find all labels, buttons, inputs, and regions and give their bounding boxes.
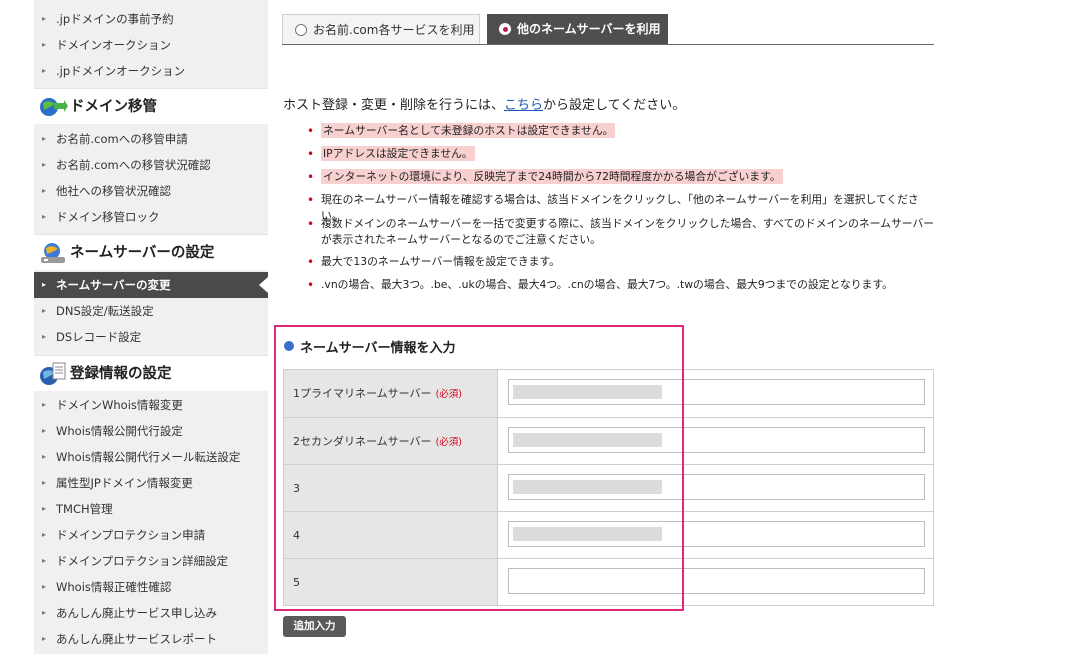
sidebar-section-title: ドメイン移管 — [70, 99, 157, 115]
sidebar-item-attribute-jp[interactable]: 属性型JPドメイン情報変更 — [34, 470, 268, 496]
sidebar-item-whois-change[interactable]: ドメインWhois情報変更 — [34, 392, 268, 418]
list-item: .vnの場合、最大3つ。.be、.ukの場合、最大4つ。.cnの場合、最大7つ。… — [307, 277, 937, 293]
tab-other-nameservers[interactable]: 他のネームサーバーを利用 — [487, 14, 668, 44]
radio-selected-icon — [499, 23, 511, 35]
sidebar-item-transfer-status[interactable]: お名前.comへの移管状況確認 — [34, 152, 268, 178]
highlight-frame — [274, 325, 684, 611]
sidebar-item-transfer-apply[interactable]: お名前.comへの移管申請 — [34, 126, 268, 152]
sidebar-item-tmch[interactable]: TMCH管理 — [34, 496, 268, 522]
globe-arrow-icon — [40, 98, 68, 116]
sidebar-item-whois-accuracy[interactable]: Whois情報正確性確認 — [34, 574, 268, 600]
sidebar-section-nameserver: ネームサーバーの設定 — [34, 234, 268, 270]
sidebar-section-registration: 登録情報の設定 — [34, 355, 268, 391]
sidebar-section-title: ネームサーバーの設定 — [70, 245, 215, 261]
sidebar-item-whois-proxy[interactable]: Whois情報公開代行設定 — [34, 418, 268, 444]
document-globe-icon — [40, 362, 66, 385]
tab-label: 他のネームサーバーを利用 — [517, 22, 661, 36]
sidebar-section-transfer: ドメイン移管 — [34, 88, 268, 124]
list-item: IPアドレスは設定できません。 — [307, 146, 937, 162]
sidebar-item-dns-settings[interactable]: DNS設定/転送設定 — [34, 298, 268, 324]
sidebar-item-whois-mail-forward[interactable]: Whois情報公開代行メール転送設定 — [34, 444, 268, 470]
sidebar-item-domain-auction[interactable]: ドメインオークション — [34, 32, 268, 58]
list-item: ネームサーバー名として未登録のホストは設定できません。 — [307, 123, 937, 139]
intro-text: から設定してください。 — [543, 98, 686, 113]
list-item: 最大で13のネームサーバー情報を設定できます。 — [307, 254, 937, 270]
sidebar-item-safe-cancel-apply[interactable]: あんしん廃止サービス申し込み — [34, 600, 268, 626]
radio-icon — [295, 24, 307, 36]
sidebar-item-nameserver-change[interactable]: ネームサーバーの変更 — [34, 272, 268, 298]
intro-text: ホスト登録・変更・削除を行うには、 — [283, 98, 505, 113]
sidebar-item-ds-record[interactable]: DSレコード設定 — [34, 324, 268, 350]
sidebar-item-safe-cancel-report[interactable]: あんしん廃止サービスレポート — [34, 626, 268, 652]
nameserver-tabs: お名前.com各サービスを利用 他のネームサーバーを利用 — [282, 14, 934, 45]
tab-label: お名前.com各サービスを利用 — [313, 23, 475, 37]
sidebar-item-transfer-lock[interactable]: ドメイン移管ロック — [34, 204, 268, 230]
host-registration-intro: ホスト登録・変更・削除を行うには、こちらから設定してください。 — [283, 94, 685, 113]
sidebar-item-outbound-transfer-status[interactable]: 他社への移管状況確認 — [34, 178, 268, 204]
list-item: インターネットの環境により、反映完了まで24時間から72時間程度かかる場合がござ… — [307, 169, 937, 185]
tab-onamae-services[interactable]: お名前.com各サービスを利用 — [282, 14, 480, 44]
add-input-button[interactable]: 追加入力 — [283, 616, 346, 637]
sidebar-item-protection-apply[interactable]: ドメインプロテクション申請 — [34, 522, 268, 548]
sidebar-section-title: 登録情報の設定 — [70, 366, 172, 382]
sidebar-item-protection-detail[interactable]: ドメインプロテクション詳細設定 — [34, 548, 268, 574]
host-settings-link[interactable]: こちら — [504, 98, 543, 113]
sidebar-item-jp-auction[interactable]: .jpドメインオークション — [34, 58, 268, 84]
list-item: 複数ドメインのネームサーバーを一括で変更する際に、該当ドメインをクリックした場合… — [307, 216, 937, 248]
sidebar-item-jp-preorder[interactable]: .jpドメインの事前予約 — [34, 6, 268, 32]
sidebar: .jpドメインの事前予約 ドメインオークション .jpドメインオークション ドメ… — [34, 0, 268, 654]
server-globe-icon — [41, 243, 65, 263]
